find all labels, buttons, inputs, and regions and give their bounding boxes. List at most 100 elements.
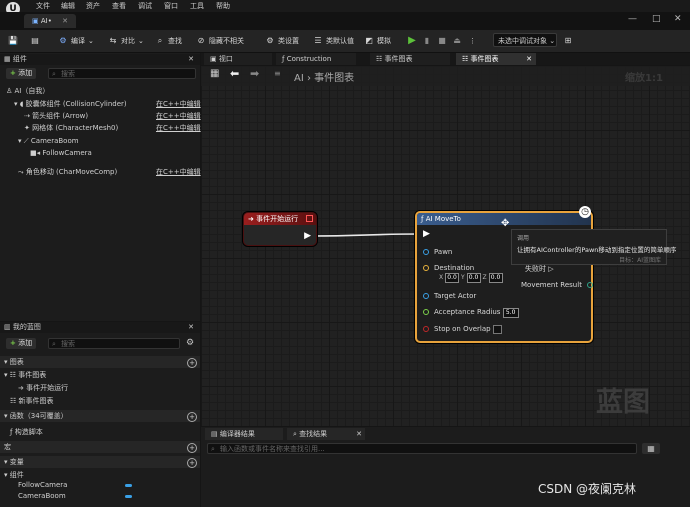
variable-item[interactable]: CameraBoom [18,490,66,502]
kebab-icon: ⋮ [469,37,476,45]
macros-section-header[interactable]: 宏 [0,441,200,453]
movement-icon: ⤳ [18,168,26,176]
save-button[interactable]: 💾 [8,34,18,48]
add-macro-button[interactable]: + [187,443,197,453]
exec-in-pin-icon[interactable]: ▶ [423,229,430,239]
minimize-button[interactable]: — [628,14,637,24]
dest-y-input[interactable]: 0.0 [466,273,481,283]
components-search-input[interactable]: ⌕ 搜索 [48,68,196,79]
dest-x-input[interactable]: 0.0 [445,273,460,283]
breadcrumb-root[interactable]: AI [294,73,304,84]
diff-button[interactable]: ⇆ 对比 ⌄ [108,34,144,48]
close-tab-icon[interactable]: ✕ [526,53,532,65]
exec-out-pin-icon[interactable]: ▶ [304,231,311,241]
tab-find-results[interactable]: ⌕ 查找结果 ✕ [287,428,365,440]
tab-event-graph-active[interactable]: ☷ 事件图表 ✕ [456,53,536,65]
component-root[interactable]: ♙ AI（自我） [6,85,49,97]
menu-view[interactable]: 查看 [112,1,126,11]
find-button[interactable]: ⌕ 查找 [155,34,182,48]
home-icon[interactable]: ▦ [210,68,219,79]
movement-result-pin[interactable]: Movement Result [521,279,598,291]
tab-construction-script[interactable]: ƒ Construction Scr... [276,53,356,75]
find-label: 查找 [168,37,182,45]
acceptance-radius-input[interactable]: 5.0 [502,308,519,318]
menu-debug[interactable]: 调试 [138,1,152,11]
component-item[interactable]: ▾ ⟋ CameraBoom [18,135,79,147]
add-component-button[interactable]: + 添加 [6,68,37,79]
component-item[interactable]: ▾ ◖ 胶囊体组件 (CollisionCylinder) [14,98,127,110]
acceptance-radius-pin[interactable]: Acceptance Radius 5.0 [423,306,519,318]
tab-event-graph[interactable]: ☷ 事件图表 [370,53,450,65]
graphs-section-header[interactable]: ▾ 图表 [0,356,200,368]
tab-viewport[interactable]: ▣ 视口 [204,53,272,65]
edit-in-cpp-link[interactable]: 在C++中编辑 [156,122,201,134]
edit-in-cpp-link[interactable]: 在C++中编辑 [156,166,201,178]
tab-compiler-results[interactable]: ▤ 编译器结果 [205,428,283,440]
event-begin-play-item[interactable]: ➜ 事件开始运行 [18,382,68,394]
component-root-label: AI（自我） [14,87,50,95]
event-begin-play-node[interactable]: ➜ 事件开始运行 ▶ [243,212,317,246]
add-function-button[interactable]: + [187,412,197,422]
compile-button[interactable]: ⚙ 编译 ⌄ [58,34,94,48]
maximize-button[interactable]: □ [652,14,661,24]
menu-file[interactable]: 文件 [36,1,50,11]
menu-tools[interactable]: 工具 [190,1,204,11]
functions-section-header[interactable]: ▾ 函数（34可覆盖） [0,410,200,422]
search-icon: ⌕ [52,70,56,78]
find-results-search-input[interactable]: ⌕ 输入函数或事件名称来查找引用... [207,443,637,454]
back-arrow-icon[interactable]: ⬅ [230,67,239,80]
close-tab-icon[interactable]: ✕ [356,428,362,440]
menu-window[interactable]: 窗口 [164,1,178,11]
add-variable-button[interactable]: + [187,458,197,468]
stop-on-overlap-checkbox[interactable] [492,324,502,334]
eject-button[interactable]: ⏏ [452,34,462,48]
variables-section-header[interactable]: ▾ 变量 [0,456,200,468]
class-settings-button[interactable]: ⚙ 类设置 [265,34,299,48]
edit-in-cpp-link[interactable]: 在C++中编辑 [156,98,201,110]
menu-asset[interactable]: 资产 [86,1,100,11]
gear-icon: ⚙ [266,36,274,45]
debug-target-dropdown[interactable]: 未选中调试对象 ⌄ [493,33,557,47]
delegate-pin-icon[interactable] [306,215,313,222]
close-icon[interactable]: ✕ [188,322,194,333]
class-defaults-button[interactable]: ☰ 类默认值 [313,34,354,48]
hide-unrelated-button[interactable]: ⊘ 隐藏不相关 [196,34,244,48]
find-in-all-blueprints-button[interactable]: ▦ [642,443,660,454]
my-blueprint-search-input[interactable]: ⌕ 搜索 [48,338,180,349]
graph-icon: ☷ [9,371,19,379]
browse-button[interactable]: ▤ [30,34,40,48]
diff-label: 对比 [121,37,135,45]
step-button[interactable]: ▮ [422,34,432,48]
stop-on-overlap-pin[interactable]: Stop on Overlap [423,323,502,335]
pin-label: Movement Result [521,281,582,289]
target-actor-pin[interactable]: Target Actor [423,290,476,302]
simulate-button[interactable]: ◩ 模拟 [364,34,391,48]
component-item[interactable]: ✦ 网格体 (CharacterMesh0) [24,122,118,134]
pawn-pin[interactable]: Pawn [423,246,452,258]
close-icon[interactable]: ✕ [188,54,194,65]
play-button[interactable]: ▶ [407,34,417,48]
component-item[interactable]: ⇢ 箭头组件 (Arrow) [24,110,88,122]
add-blueprint-item-button[interactable]: + 添加 [6,338,37,349]
component-item[interactable]: ■◂ FollowCamera [30,147,92,159]
tooltip-sub: 目标：AI蓝图库 [619,257,661,264]
debug-find-button[interactable]: ⊞ [563,34,573,48]
document-tab[interactable]: ▣ AI• ✕ [24,14,76,28]
close-window-button[interactable]: ✕ [674,14,682,24]
component-item[interactable]: ⤳ 角色移动 (CharMoveComp) [18,166,117,178]
new-event-graph-item[interactable]: ☷ 新事件图表 [10,395,54,407]
close-tab-icon[interactable]: ✕ [62,17,68,25]
gear-icon[interactable]: ⚙ [186,338,194,348]
menu-edit[interactable]: 编辑 [61,1,75,11]
edit-in-cpp-link[interactable]: 在C++中编辑 [156,110,201,122]
menu-help[interactable]: 帮助 [216,1,230,11]
chevron-down-icon[interactable]: ⌄ [88,34,94,48]
event-graph-item[interactable]: ▾ ☷ 事件图表 [4,369,46,381]
enum-pin-icon [587,282,594,288]
stop-button[interactable]: ■ [437,34,447,48]
forward-arrow-icon[interactable]: ➡ [250,67,259,80]
play-options-button[interactable]: ⋮ [469,34,476,48]
dest-z-input[interactable]: 0.0 [488,273,503,283]
construction-script-item[interactable]: ƒ 构造脚本 [10,426,43,438]
add-graph-button[interactable]: + [187,358,197,368]
